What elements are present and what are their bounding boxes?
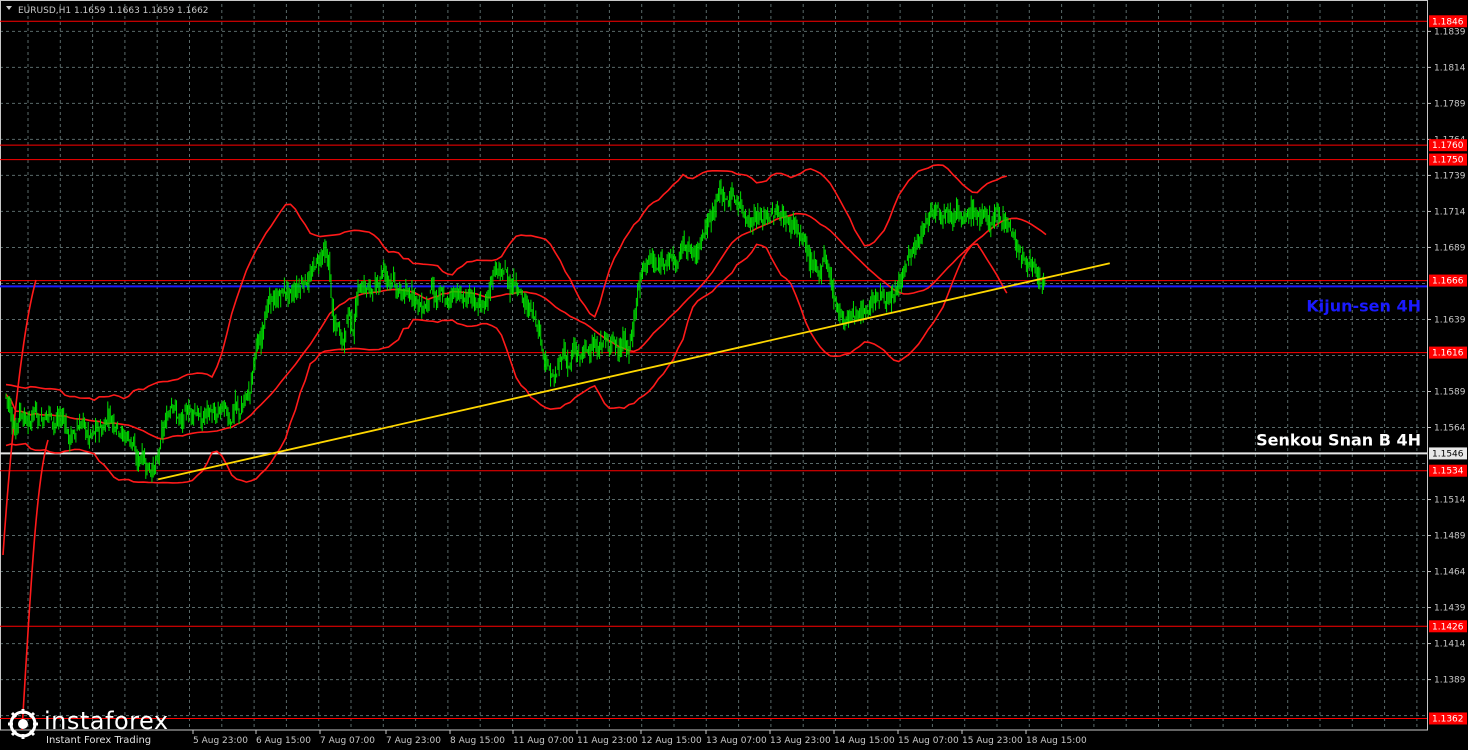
y-tick-label: 1.1489 — [1434, 532, 1466, 542]
level-price-label: 1.1616 — [1432, 349, 1464, 359]
x-tick-label: 13 Aug 23:00 — [770, 736, 831, 746]
level-price-label: 1.1760 — [1432, 141, 1464, 151]
symbol-header: EURUSD,H1 1.1659 1.1663 1.1659 1.1662 — [18, 6, 209, 16]
x-tick-label: 15 Aug 07:00 — [898, 736, 959, 746]
y-tick-label: 1.1514 — [1434, 496, 1466, 506]
x-tick-label: 7 Aug 23:00 — [386, 736, 441, 746]
level-price-label: 1.1750 — [1432, 156, 1464, 166]
y-tick-label: 1.1814 — [1434, 63, 1466, 73]
x-tick-label: 18 Aug 15:00 — [1026, 736, 1087, 746]
senkou-span-b-label: Senkou Snan B 4H — [1256, 430, 1421, 449]
x-tick-label: 11 Aug 07:00 — [513, 736, 574, 746]
y-tick-label: 1.1739 — [1434, 171, 1466, 181]
y-tick-label: 1.1414 — [1434, 640, 1466, 650]
x-tick-label: 15 Aug 23:00 — [962, 736, 1023, 746]
y-tick-label: 1.1564 — [1434, 424, 1466, 434]
y-tick-label: 1.1714 — [1434, 207, 1466, 217]
level-price-label: 1.1426 — [1432, 622, 1464, 632]
x-tick-label: 13 Aug 07:00 — [706, 736, 767, 746]
level-price-label: 1.1846 — [1432, 17, 1464, 27]
price-chart[interactable]: 1.18391.18141.17891.17641.17391.17141.16… — [0, 0, 1468, 750]
x-tick-label: 6 Aug 15:00 — [256, 736, 311, 746]
level-price-label: 1.1534 — [1432, 467, 1464, 477]
y-tick-label: 1.1789 — [1434, 99, 1466, 109]
y-tick-label: 1.1689 — [1434, 243, 1466, 253]
senkou-price-label: 1.1546 — [1432, 449, 1464, 459]
level-price-label: 1.1666 — [1432, 277, 1464, 287]
y-tick-label: 1.1589 — [1434, 387, 1466, 397]
x-tick-label: 5 Aug 23:00 — [193, 736, 248, 746]
x-tick-label: 7 Aug 07:00 — [320, 736, 375, 746]
x-tick-label: 14 Aug 15:00 — [834, 736, 895, 746]
y-tick-label: 1.1639 — [1434, 315, 1466, 325]
instaforex-logo: instaforex Instant Forex Trading — [2, 705, 180, 749]
x-tick-label: 8 Aug 15:00 — [450, 736, 505, 746]
x-tick-label: 11 Aug 23:00 — [577, 736, 638, 746]
logo-brand: instaforex — [44, 707, 169, 735]
level-price-label: 1.1362 — [1432, 714, 1464, 724]
y-tick-label: 1.1389 — [1434, 676, 1466, 686]
y-tick-label: 1.1839 — [1434, 27, 1466, 37]
kijun-sen-label: Kijun-sen 4H — [1306, 296, 1421, 315]
logo-slogan: Instant Forex Trading — [46, 735, 152, 746]
chart-background — [0, 0, 1468, 750]
y-tick-label: 1.1464 — [1434, 568, 1466, 578]
y-tick-label: 1.1439 — [1434, 604, 1466, 614]
x-tick-label: 12 Aug 15:00 — [641, 736, 702, 746]
instaforex-logo-icon — [8, 709, 38, 739]
